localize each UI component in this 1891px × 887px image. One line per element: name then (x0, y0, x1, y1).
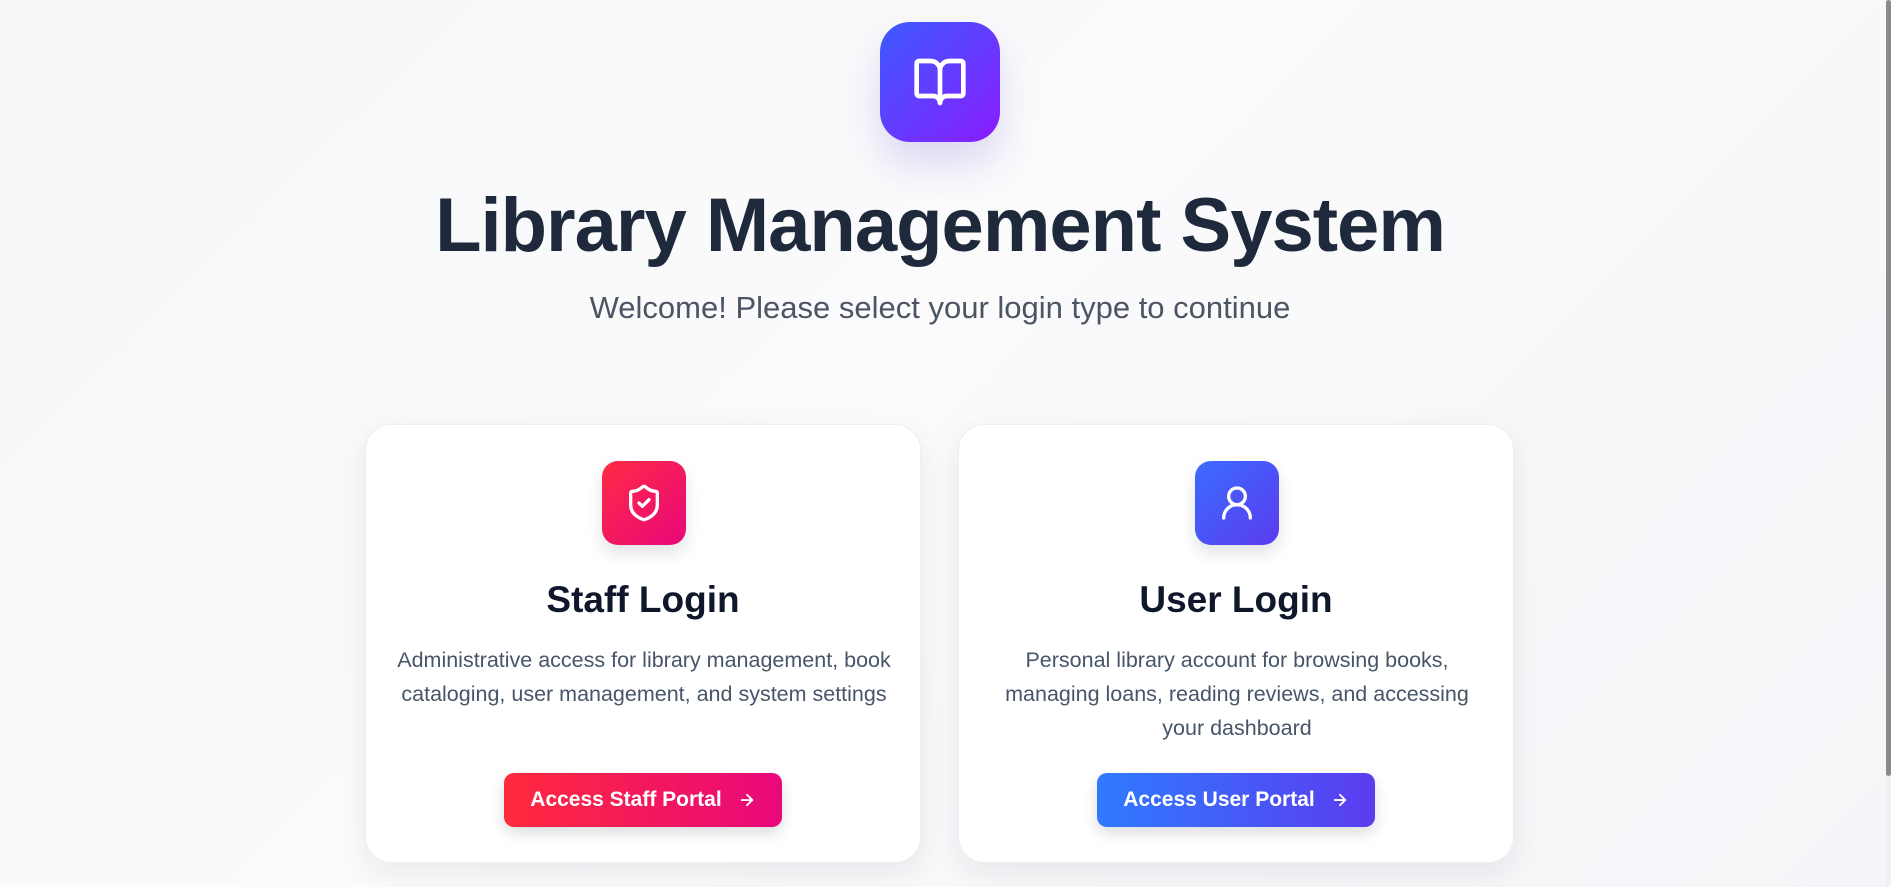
user-icon (1222, 486, 1252, 520)
page-title: Library Management System (435, 183, 1446, 268)
user-login-description: Personal library account for browsing bo… (1005, 648, 1469, 740)
login-selection-page: Library Management System Welcome! Pleas… (0, 0, 1891, 887)
page-subtitle: Welcome! Please select your login type t… (589, 290, 1291, 325)
open-book-icon (914, 58, 966, 106)
access-staff-portal-label: Access Staff Portal (530, 788, 722, 811)
access-user-portal-button[interactable]: Access User Portal (1097, 773, 1375, 827)
shield-check-icon (629, 484, 659, 522)
access-user-portal-label: Access User Portal (1123, 788, 1315, 811)
user-card-icon-badge (1195, 461, 1279, 545)
staff-login-description: Administrative access for library manage… (397, 648, 891, 706)
app-logo (880, 22, 1000, 142)
arrow-right-icon (1331, 791, 1349, 809)
staff-login-title: Staff Login (546, 579, 740, 620)
vertical-scrollbar[interactable] (1886, 0, 1891, 887)
scrollbar-thumb[interactable] (1886, 0, 1891, 776)
access-staff-portal-button[interactable]: Access Staff Portal (504, 773, 782, 827)
user-login-card: User Login Personal library account for … (958, 424, 1514, 863)
user-login-title: User Login (1139, 579, 1333, 620)
arrow-right-icon (738, 791, 756, 809)
staff-login-card: Staff Login Administrative access for li… (365, 424, 921, 863)
staff-card-icon-badge (602, 461, 686, 545)
